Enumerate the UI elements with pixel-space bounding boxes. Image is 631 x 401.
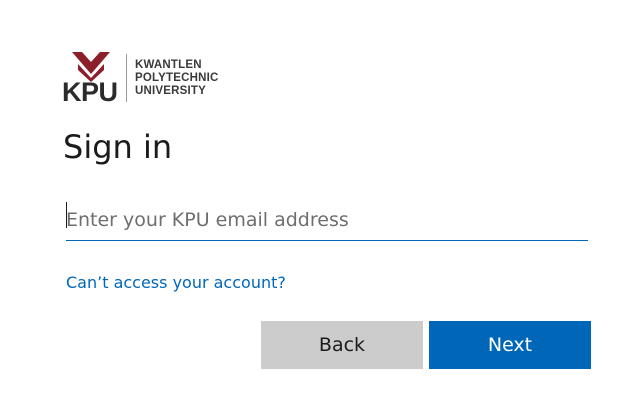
cant-access-account-link[interactable]: Can’t access your account?	[66, 273, 286, 293]
logo-line-1: KWANTLEN	[135, 58, 202, 71]
back-button[interactable]: Back	[261, 321, 423, 369]
kpu-logo-abbr: KPU	[62, 77, 118, 107]
kpu-logo: KPU KWANTLEN POLYTECHNIC UNIVERSITY	[62, 52, 219, 107]
logo-line-2: POLYTECHNIC	[135, 71, 219, 84]
next-button[interactable]: Next	[429, 321, 591, 369]
page-title: Sign in	[63, 128, 173, 166]
text-caret	[66, 202, 67, 228]
kpu-logo-wordmark: KWANTLEN POLYTECHNIC UNIVERSITY	[135, 52, 219, 104]
logo-line-3: UNIVERSITY	[135, 84, 207, 97]
sign-in-page: KPU KWANTLEN POLYTECHNIC UNIVERSITY Sign…	[0, 0, 631, 401]
kpu-logo-mark: KPU	[62, 52, 120, 107]
logo-divider	[126, 54, 127, 102]
email-field[interactable]	[66, 199, 588, 241]
